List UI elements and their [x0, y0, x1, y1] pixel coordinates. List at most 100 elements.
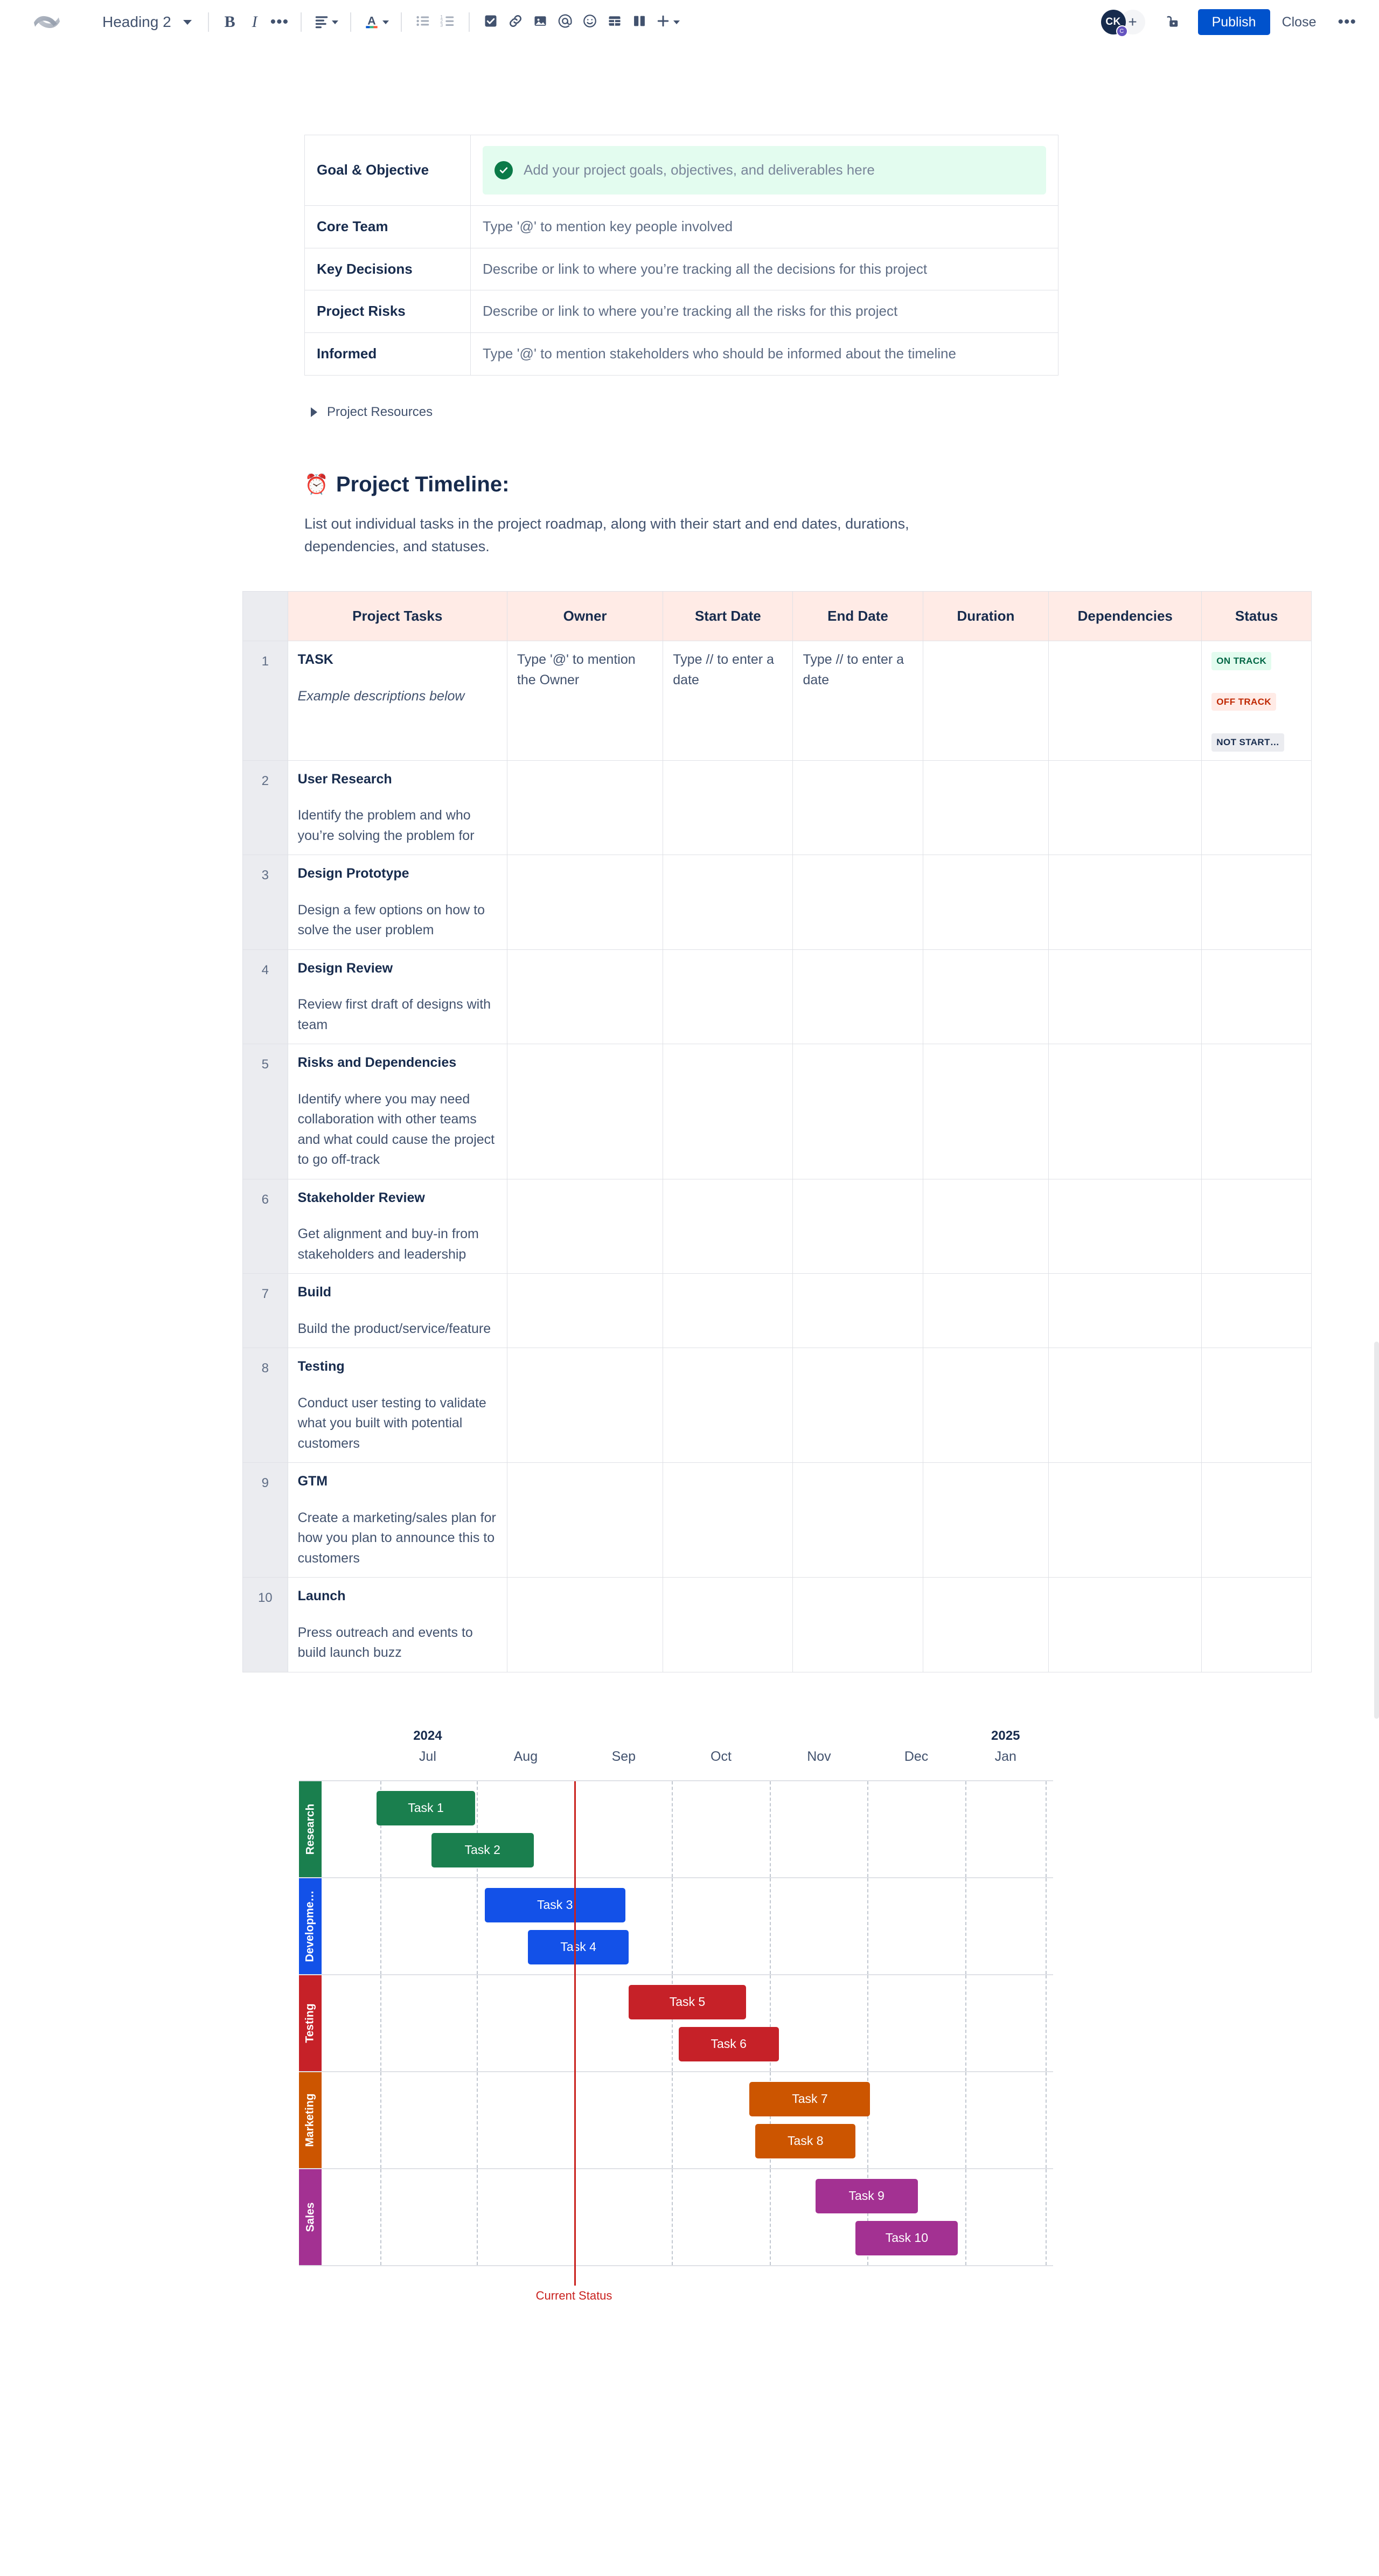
- cell-status[interactable]: [1201, 760, 1312, 856]
- cell-task[interactable]: Risks and Dependencies Identify where yo…: [287, 1044, 507, 1179]
- column-header-project-tasks[interactable]: Project Tasks: [287, 591, 507, 642]
- cell-start-date[interactable]: [663, 760, 793, 856]
- cell-owner[interactable]: Type '@' to mention the Owner: [506, 641, 664, 761]
- italic-button[interactable]: I: [242, 10, 267, 34]
- cell-end-date[interactable]: [792, 949, 923, 1045]
- cell-task[interactable]: Design Prototype Design a few options on…: [287, 855, 507, 950]
- column-header-status[interactable]: Status: [1201, 591, 1312, 642]
- cell-end-date[interactable]: Type // to enter a date: [792, 641, 923, 761]
- cell-duration[interactable]: [922, 1273, 1049, 1349]
- cell-dependencies[interactable]: [1048, 1577, 1202, 1672]
- cell-owner[interactable]: [506, 949, 664, 1045]
- task-list-button[interactable]: [478, 10, 503, 34]
- cell-status[interactable]: [1201, 1348, 1312, 1463]
- cell-end-date[interactable]: [792, 1348, 923, 1463]
- gantt-bar[interactable]: Task 2: [431, 1832, 534, 1867]
- cell-duration[interactable]: [922, 1348, 1049, 1463]
- cell-end-date[interactable]: [792, 760, 923, 856]
- cell-owner[interactable]: [506, 1577, 664, 1672]
- cell-duration[interactable]: [922, 855, 1049, 950]
- bulleted-list-button[interactable]: [410, 10, 435, 34]
- cell-status[interactable]: [1201, 1044, 1312, 1179]
- cell-duration[interactable]: [922, 1577, 1049, 1672]
- cell-status[interactable]: [1201, 1178, 1312, 1274]
- gantt-bar[interactable]: Task 8: [755, 2123, 856, 2158]
- cell-end-date[interactable]: [792, 1577, 923, 1672]
- cell-dependencies[interactable]: [1048, 641, 1202, 761]
- cell-dependencies[interactable]: [1048, 855, 1202, 950]
- close-button[interactable]: Close: [1270, 9, 1328, 35]
- cell-status[interactable]: [1201, 1577, 1312, 1672]
- column-header-duration[interactable]: Duration: [922, 591, 1049, 642]
- cell-task[interactable]: Launch Press outreach and events to buil…: [287, 1577, 507, 1672]
- cell-owner[interactable]: [506, 1462, 664, 1578]
- cell-start-date[interactable]: [663, 1348, 793, 1463]
- column-header-start-date[interactable]: Start Date: [663, 591, 793, 642]
- cell-dependencies[interactable]: [1048, 1273, 1202, 1349]
- more-actions-button[interactable]: •••: [1334, 10, 1360, 34]
- cell-task[interactable]: Testing Conduct user testing to validate…: [287, 1348, 507, 1463]
- cell-end-date[interactable]: [792, 855, 923, 950]
- cell-start-date[interactable]: [663, 855, 793, 950]
- text-color-button[interactable]: A: [360, 10, 392, 34]
- cell-duration[interactable]: [922, 641, 1049, 761]
- gantt-bar[interactable]: Task 5: [629, 1984, 746, 2019]
- layouts-button[interactable]: [627, 10, 652, 34]
- cell-status[interactable]: ON TRACK OFF TRACK NOT START…: [1201, 641, 1312, 761]
- cell-start-date[interactable]: [663, 1462, 793, 1578]
- mention-button[interactable]: [553, 10, 577, 34]
- info-value-cell[interactable]: Describe or link to where you’re trackin…: [470, 290, 1058, 334]
- restrictions-button[interactable]: [1159, 10, 1184, 34]
- column-header-dependencies[interactable]: Dependencies: [1048, 591, 1202, 642]
- cell-owner[interactable]: [506, 760, 664, 856]
- bold-button[interactable]: B: [218, 10, 242, 34]
- cell-task[interactable]: GTM Create a marketing/sales plan for ho…: [287, 1462, 507, 1578]
- cell-end-date[interactable]: [792, 1044, 923, 1179]
- column-header-owner[interactable]: Owner: [506, 591, 664, 642]
- cell-dependencies[interactable]: [1048, 1044, 1202, 1179]
- cell-dependencies[interactable]: [1048, 1462, 1202, 1578]
- cell-start-date[interactable]: Type // to enter a date: [663, 641, 793, 761]
- cell-status[interactable]: [1201, 1462, 1312, 1578]
- cell-owner[interactable]: [506, 1273, 664, 1349]
- confluence-logo-icon[interactable]: [31, 9, 62, 36]
- gantt-bar[interactable]: Task 4: [527, 1929, 629, 1964]
- numbered-list-button[interactable]: 1 2 3: [435, 10, 460, 34]
- cell-duration[interactable]: [922, 1044, 1049, 1179]
- cell-task[interactable]: User Research Identify the problem and w…: [287, 760, 507, 856]
- cell-dependencies[interactable]: [1048, 949, 1202, 1045]
- gantt-bar[interactable]: Task 1: [376, 1790, 476, 1825]
- cell-task[interactable]: TASK Example descriptions below: [287, 641, 507, 761]
- cell-owner[interactable]: [506, 1178, 664, 1274]
- cell-start-date[interactable]: [663, 1044, 793, 1179]
- text-align-button[interactable]: [310, 10, 342, 34]
- cell-status[interactable]: [1201, 855, 1312, 950]
- emoji-button[interactable]: [577, 10, 602, 34]
- column-header-end-date[interactable]: End Date: [792, 591, 923, 642]
- gantt-bar[interactable]: Task 10: [855, 2220, 958, 2255]
- cell-owner[interactable]: [506, 1348, 664, 1463]
- cell-start-date[interactable]: [663, 1178, 793, 1274]
- cell-owner[interactable]: [506, 855, 664, 950]
- cell-duration[interactable]: [922, 1178, 1049, 1274]
- info-value-cell[interactable]: Type '@' to mention key people involved: [470, 205, 1058, 248]
- insert-image-button[interactable]: [528, 10, 553, 34]
- text-style-select[interactable]: Heading 2: [95, 10, 199, 34]
- gantt-bar[interactable]: Task 3: [484, 1887, 625, 1922]
- cell-status[interactable]: [1201, 949, 1312, 1045]
- gantt-bar[interactable]: Task 7: [749, 2081, 870, 2116]
- info-value-cell[interactable]: Add your project goals, objectives, and …: [470, 135, 1058, 206]
- insert-link-button[interactable]: [503, 10, 528, 34]
- more-formatting-button[interactable]: •••: [267, 10, 292, 34]
- cell-task[interactable]: Stakeholder Review Get alignment and buy…: [287, 1178, 507, 1274]
- expand-project-resources[interactable]: Project Resources: [311, 405, 1069, 420]
- cell-start-date[interactable]: [663, 949, 793, 1045]
- avatar[interactable]: CK C: [1101, 10, 1128, 37]
- cell-duration[interactable]: [922, 760, 1049, 856]
- info-value-cell[interactable]: Type '@' to mention stakeholders who sho…: [470, 332, 1058, 376]
- publish-button[interactable]: Publish: [1197, 9, 1270, 35]
- cell-dependencies[interactable]: [1048, 1348, 1202, 1463]
- cell-duration[interactable]: [922, 949, 1049, 1045]
- insert-more-button[interactable]: [652, 10, 683, 34]
- cell-task[interactable]: Design Review Review first draft of desi…: [287, 949, 507, 1045]
